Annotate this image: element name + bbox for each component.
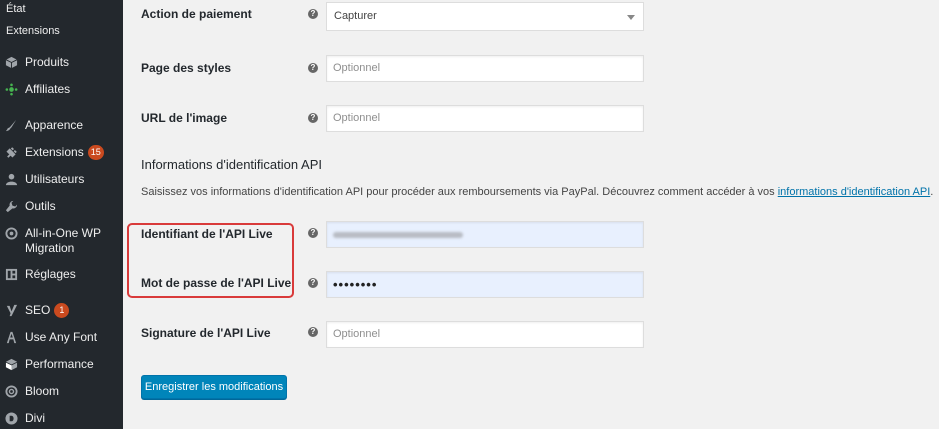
help-icon[interactable]: ? [308,9,318,19]
page-style-label: Page des styles [141,61,232,75]
redacted-username [333,232,463,238]
admin-sidebar: État Extensions Produits Affiliates Appa… [0,0,123,429]
sidebar-item-label: Produits [25,55,70,69]
divi-icon [4,411,18,425]
api-signature-label: Signature de l'API Live [141,326,271,340]
sidebar-item-label: Divi [25,411,45,425]
api-section-description: Saisissez vos informations d'identificat… [141,186,934,198]
performance-icon [4,357,18,371]
yoast-icon [4,303,18,317]
font-icon [4,330,18,344]
help-icon[interactable]: ? [308,63,318,73]
settings-panel: Action de paiement ? Capturer Page des s… [123,0,939,429]
paintbrush-icon [4,118,18,132]
sidebar-item-label: Extensions 15 [25,145,104,160]
sidebar-item-label: Affiliates [25,82,71,96]
sidebar-item-label: Use Any Font [25,330,98,344]
sidebar-item-label: SEO 1 [25,303,70,318]
wrench-icon [4,199,18,213]
bloom-icon [4,384,18,398]
update-count-badge: 15 [87,145,104,160]
affiliates-icon [4,82,18,96]
submenu-item-etat[interactable]: État [6,3,26,15]
highlight-annotation [127,223,294,298]
notification-badge: 1 [54,303,70,318]
chevron-down-icon [627,15,635,20]
api-credentials-link[interactable]: informations d'identification API [778,186,931,198]
payment-action-select[interactable]: Capturer [326,2,644,31]
sidebar-item-label: Apparence [25,118,84,132]
image-url-input[interactable]: Optionnel [326,105,644,132]
save-button[interactable]: Enregistrer les modifications [141,375,287,399]
help-icon[interactable]: ? [308,113,318,123]
api-username-input[interactable] [326,221,644,248]
sidebar-item-label: All-in-One WP Migration [25,226,101,255]
api-signature-input[interactable]: Optionnel [326,321,644,348]
api-section-title: Informations d'identification API [141,157,322,172]
sidebar-item-label: Performance [25,357,94,371]
sidebar-item-label: Outils [25,199,56,213]
plug-icon [4,145,18,159]
payment-action-value: Capturer [334,10,377,22]
image-url-label: URL de l'image [141,111,227,125]
user-icon [4,172,18,186]
help-icon[interactable]: ? [308,228,318,238]
sidebar-item-label: Bloom [25,384,60,398]
migration-icon [4,226,18,240]
box-icon [4,55,18,69]
password-value: •••••••• [333,277,378,292]
sidebar-item-label: Utilisateurs [25,172,85,186]
help-icon[interactable]: ? [308,278,318,288]
sidebar-item-label: Réglages [25,267,76,281]
payment-action-label: Action de paiement [141,7,252,21]
submenu-item-extensions[interactable]: Extensions [6,25,60,37]
help-icon[interactable]: ? [308,327,318,337]
settings-icon [4,267,18,281]
page-style-input[interactable]: Optionnel [326,55,644,82]
api-password-input[interactable]: •••••••• [326,271,644,298]
